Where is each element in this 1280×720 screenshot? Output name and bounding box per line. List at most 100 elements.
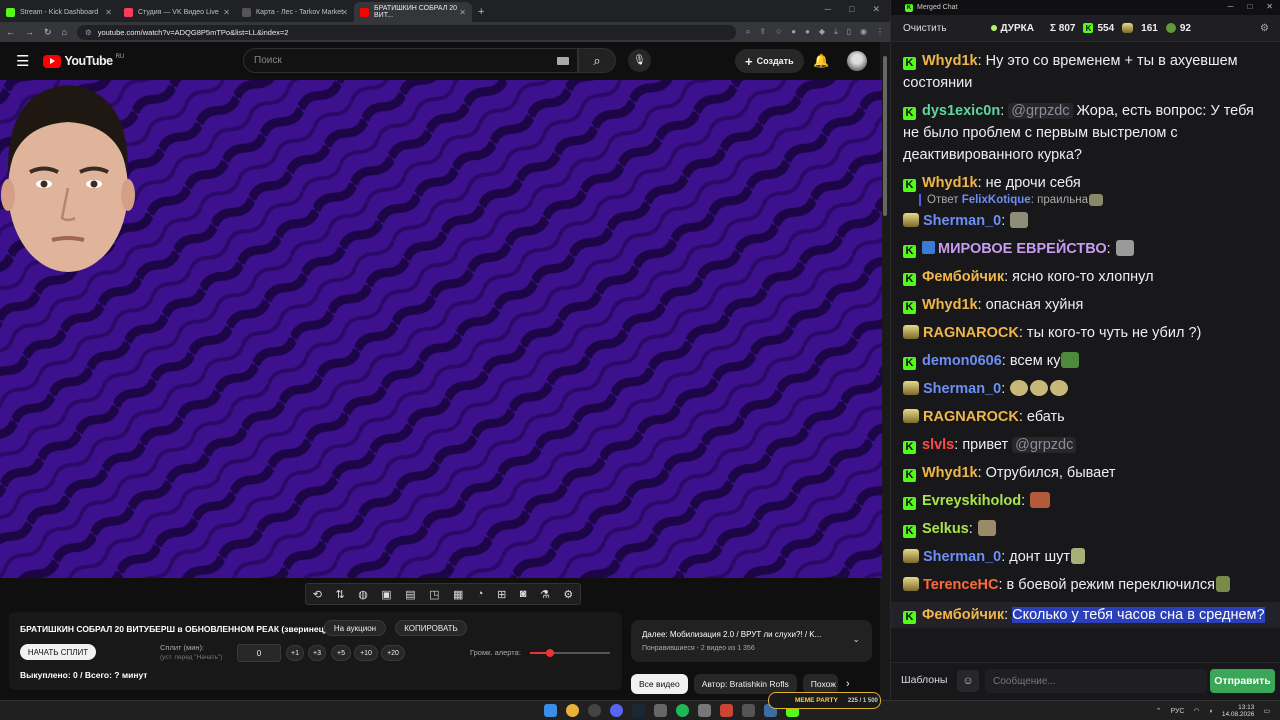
emoji-button[interactable]: ☺ bbox=[957, 670, 979, 692]
reload-icon[interactable]: ↻ bbox=[44, 27, 52, 38]
chat-username[interactable]: МИРОВОЕ ЕВРЕЙСТВО bbox=[938, 241, 1107, 257]
mention[interactable]: @grpzdc bbox=[1008, 103, 1073, 119]
increment-10-button[interactable]: +10 bbox=[354, 645, 378, 661]
chip-all-videos[interactable]: Все видео bbox=[631, 674, 688, 694]
increment-3-button[interactable]: +3 bbox=[308, 645, 326, 661]
new-tab-icon[interactable]: + bbox=[478, 2, 484, 22]
avatar[interactable] bbox=[847, 51, 867, 71]
close-window-icon[interactable]: ✕ bbox=[872, 4, 880, 15]
keyboard-icon[interactable] bbox=[557, 57, 569, 65]
bookmark-star-icon[interactable]: ☆ bbox=[775, 27, 782, 37]
zoom-icon[interactable]: ⌕ bbox=[746, 27, 750, 37]
steam-icon[interactable] bbox=[632, 704, 645, 717]
chat-username[interactable]: Whyd1k bbox=[922, 297, 978, 313]
add-box-icon[interactable]: ⊞ bbox=[497, 588, 506, 601]
chat-username[interactable]: TerenceHC bbox=[923, 577, 998, 593]
chat-username[interactable]: Evreyskiholod bbox=[922, 493, 1021, 509]
chat-username[interactable]: Sherman_0 bbox=[923, 213, 1001, 229]
minimize-icon[interactable]: ─ bbox=[1228, 2, 1234, 11]
discord-icon[interactable] bbox=[610, 704, 623, 717]
meme-party-widget[interactable]: MEME PARTY 225 / 1 500 bbox=[768, 692, 881, 709]
chat-username[interactable]: Sherman_0 bbox=[923, 381, 1001, 397]
alert-volume-slider[interactable] bbox=[530, 649, 610, 657]
maximize-icon[interactable]: □ bbox=[849, 4, 854, 15]
tab-vk-studio[interactable]: Студия — VK Видео Live ✕ bbox=[118, 2, 236, 22]
clapper-icon[interactable]: ▤ bbox=[405, 588, 415, 601]
obs-icon[interactable] bbox=[588, 704, 601, 717]
tab-tarkov-market[interactable]: Карта - Лес - Tarkov Market ✕ bbox=[236, 2, 354, 22]
app-icon[interactable] bbox=[720, 704, 733, 717]
loop-icon[interactable]: ⟲ bbox=[313, 588, 322, 601]
chevron-up-icon[interactable]: ⌃ bbox=[1156, 707, 1162, 715]
start-split-button[interactable]: НАЧАТЬ СПЛИТ bbox=[20, 644, 96, 660]
scrollbar-thumb[interactable] bbox=[883, 56, 887, 216]
wifi-icon[interactable]: ◠ bbox=[1193, 707, 1199, 715]
send-button[interactable]: Отправить bbox=[1210, 669, 1275, 693]
mention[interactable]: @grpzdc bbox=[1012, 437, 1077, 453]
app-icon[interactable] bbox=[742, 704, 755, 717]
chat-username[interactable]: Whyd1k bbox=[922, 53, 978, 69]
message-input[interactable]: Сообщение... bbox=[985, 669, 1207, 693]
increment-1-button[interactable]: +1 bbox=[286, 645, 304, 661]
close-icon[interactable]: ✕ bbox=[1266, 2, 1273, 11]
close-icon[interactable]: ✕ bbox=[105, 8, 112, 17]
camera-icon[interactable]: ◙ bbox=[520, 588, 527, 600]
flask-icon[interactable]: ⚗ bbox=[540, 588, 550, 601]
chat-username[interactable]: Фембойчик bbox=[922, 269, 1004, 285]
copy-button[interactable]: КОПИРОВАТЬ bbox=[395, 620, 467, 636]
app-icon[interactable] bbox=[698, 704, 711, 717]
hamburger-menu-icon[interactable]: ☰ bbox=[16, 52, 29, 70]
share-icon[interactable]: ⇪ bbox=[759, 27, 766, 37]
forward-icon[interactable]: → bbox=[25, 27, 34, 37]
chat-username[interactable]: dys1exic0n bbox=[922, 103, 1000, 119]
settings-gear-icon[interactable]: ⚙ bbox=[1260, 23, 1269, 34]
create-button[interactable]: + Создать bbox=[735, 49, 804, 73]
spotify-icon[interactable] bbox=[676, 704, 689, 717]
home-icon[interactable]: ⌂ bbox=[62, 27, 67, 37]
chat-username[interactable]: demon0606 bbox=[922, 353, 1002, 369]
chat-username[interactable]: Selkus bbox=[922, 521, 969, 537]
close-icon[interactable]: ✕ bbox=[223, 8, 230, 17]
clear-button[interactable]: Очистить bbox=[903, 23, 947, 34]
picture-settings-icon[interactable]: ▣ bbox=[381, 588, 391, 601]
download-icon[interactable]: ⤓ bbox=[834, 27, 838, 37]
site-info-icon[interactable]: ⚙ bbox=[85, 28, 92, 37]
tab-kick-dashboard[interactable]: Stream - Kick Dashboard ✕ bbox=[0, 2, 118, 22]
reply-reference[interactable]: Ответ FelixKotique: праильна bbox=[919, 194, 1269, 206]
miniplayer-icon[interactable]: ◳ bbox=[429, 588, 439, 601]
app-icon[interactable] bbox=[654, 704, 667, 717]
close-icon[interactable]: ✕ bbox=[341, 8, 348, 17]
chat-username[interactable]: Фембойчик bbox=[922, 607, 1004, 623]
chip-similar[interactable]: Похож bbox=[802, 674, 838, 694]
chevron-down-icon[interactable]: ⌄ bbox=[852, 634, 860, 645]
auction-button[interactable]: На аукцион bbox=[324, 620, 386, 636]
close-icon[interactable]: ✕ bbox=[459, 8, 466, 17]
templates-button[interactable]: Шаблоны bbox=[901, 674, 947, 686]
increment-20-button[interactable]: +20 bbox=[381, 645, 405, 661]
extension-icon[interactable]: ● bbox=[805, 27, 810, 37]
increment-5-button[interactable]: +5 bbox=[331, 645, 351, 661]
video-player[interactable] bbox=[0, 80, 882, 578]
url-field[interactable]: ⚙ youtube.com/watch?v=ADQG8P5mTPo&list=LL… bbox=[76, 24, 736, 40]
youtube-logo[interactable]: YouTube RU bbox=[43, 54, 124, 68]
chat-username[interactable]: Whyd1k bbox=[922, 175, 978, 191]
up-next-card[interactable]: Далее: Мобилизация 2.0 / ВРУТ ли слухи?!… bbox=[631, 620, 872, 662]
menu-dots-icon[interactable]: ⋮ bbox=[876, 27, 884, 37]
search-button[interactable]: ⌕ bbox=[578, 48, 616, 73]
profile-icon[interactable]: ◉ bbox=[860, 27, 867, 37]
chat-username[interactable]: RAGNAROCK bbox=[923, 409, 1019, 425]
sidebar-icon[interactable]: ▯ bbox=[847, 27, 851, 37]
tab-youtube-video[interactable]: БРАТИШКИН СОБРАЛ 20 ВИТ... ✕ bbox=[354, 2, 472, 22]
maximize-icon[interactable]: □ bbox=[1247, 2, 1252, 11]
chrome-icon[interactable] bbox=[566, 704, 579, 717]
gear-icon[interactable]: ⚙ bbox=[563, 588, 573, 601]
notifications-bell-icon[interactable]: 🔔 bbox=[813, 53, 829, 69]
minimize-icon[interactable]: ─ bbox=[825, 4, 831, 15]
sort-icon[interactable]: ⇅ bbox=[335, 588, 344, 601]
windows-start-icon[interactable] bbox=[544, 704, 557, 717]
chip-author[interactable]: Автор: Bratishkin Rofls bbox=[693, 674, 797, 694]
puzzle-icon[interactable]: ◆ bbox=[819, 27, 825, 37]
search-input[interactable]: Поиск bbox=[243, 48, 578, 73]
extension-icon[interactable]: ● bbox=[791, 27, 796, 37]
voice-search-button[interactable]: 🎙 bbox=[628, 49, 651, 72]
